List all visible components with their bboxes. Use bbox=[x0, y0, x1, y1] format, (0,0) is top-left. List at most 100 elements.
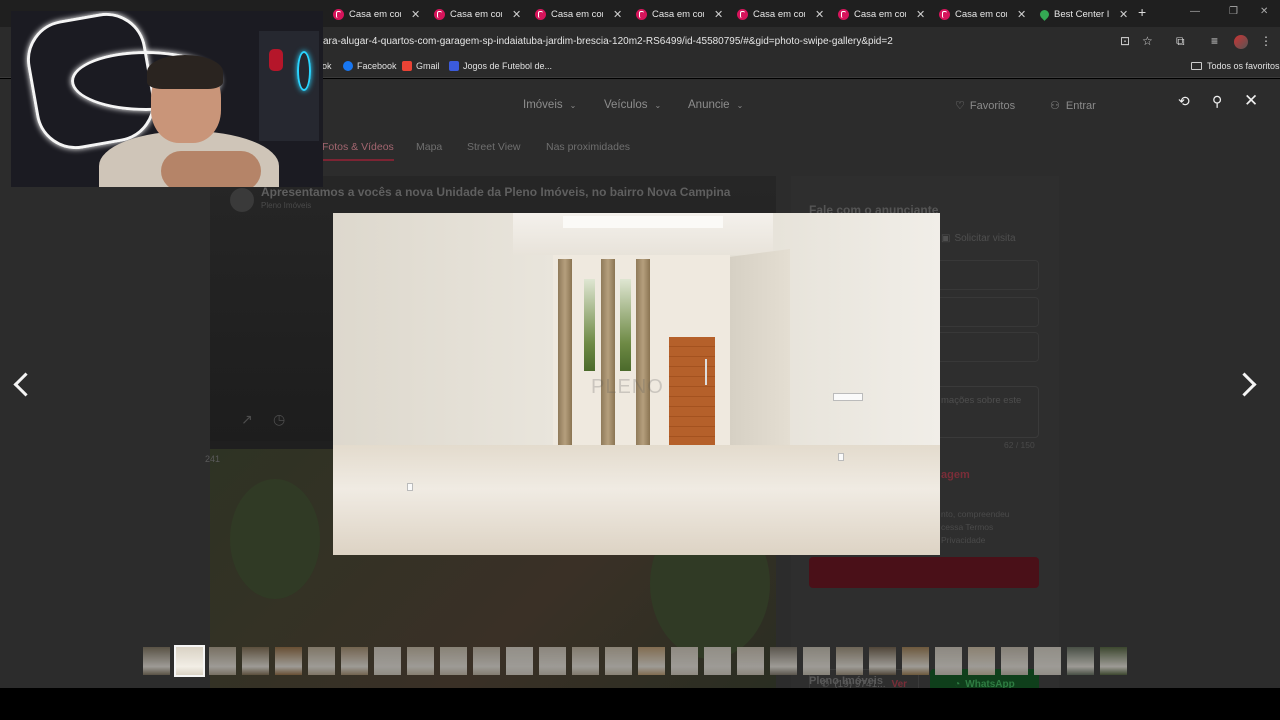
gallery-thumbnail[interactable] bbox=[473, 647, 500, 675]
bookmark-star-icon[interactable]: ☆ bbox=[1142, 34, 1153, 48]
nav-veiculos[interactable]: Veículos ⌄ bbox=[604, 99, 661, 111]
visit-label: Solicitar visita bbox=[954, 233, 1016, 244]
nav-label: Imóveis bbox=[523, 99, 563, 111]
nav-anuncie[interactable]: Anuncie ⌄ bbox=[688, 99, 743, 111]
media-controls-icon[interactable]: ≡ bbox=[1211, 34, 1218, 48]
send-message-button[interactable] bbox=[809, 557, 1039, 588]
gallery-thumbnail[interactable] bbox=[770, 647, 797, 675]
bookmark-gmail[interactable]: Gmail bbox=[402, 61, 440, 71]
gallery-thumbnail[interactable] bbox=[869, 647, 896, 675]
login-link[interactable]: ⚇ Entrar bbox=[1050, 99, 1096, 113]
close-tab-icon[interactable]: ✕ bbox=[1017, 8, 1026, 21]
site-favicon-icon bbox=[737, 8, 748, 20]
install-app-icon[interactable]: ⊡ bbox=[1120, 34, 1130, 48]
gallery-thumbnail[interactable] bbox=[803, 647, 830, 675]
browser-tab[interactable]: Casa em condo ✕ bbox=[939, 4, 1026, 24]
favorites-link[interactable]: ♡ Favoritos bbox=[955, 99, 1016, 113]
gallery-thumbnail[interactable] bbox=[902, 647, 929, 675]
close-tab-icon[interactable]: ✕ bbox=[512, 8, 521, 21]
terms-line[interactable]: Privacidade bbox=[941, 535, 985, 545]
webcam-overlay bbox=[11, 11, 323, 187]
gallery-thumbnail[interactable] bbox=[174, 645, 205, 677]
gallery-thumbnail[interactable] bbox=[572, 647, 599, 675]
gallery-thumbnail[interactable] bbox=[440, 647, 467, 675]
nav-imoveis[interactable]: Imóveis ⌄ bbox=[523, 99, 576, 111]
rotate-icon[interactable]: ⟲ bbox=[1178, 93, 1190, 110]
tab-title: Casa em condo bbox=[551, 8, 603, 20]
restore-icon[interactable]: ❐ bbox=[1229, 6, 1238, 17]
clock-icon[interactable]: ◷ bbox=[273, 411, 285, 428]
gallery-thumbnail[interactable] bbox=[605, 647, 632, 675]
game-icon bbox=[449, 61, 459, 71]
browser-tab[interactable]: Casa em condo ✕ bbox=[333, 4, 420, 24]
gallery-thumbnail[interactable] bbox=[143, 647, 170, 675]
close-tab-icon[interactable]: ✕ bbox=[411, 8, 420, 21]
photo-floor bbox=[333, 445, 940, 555]
tab-fotos-videos[interactable]: Fotos & Vídeos bbox=[322, 141, 394, 161]
tab-street-view[interactable]: Street View bbox=[467, 141, 521, 153]
site-favicon-icon bbox=[636, 8, 647, 20]
photo-outlet bbox=[407, 483, 413, 491]
gallery-thumbnail[interactable] bbox=[671, 647, 698, 675]
close-tab-icon[interactable]: ✕ bbox=[916, 8, 925, 21]
zoom-search-icon[interactable]: ⚲ bbox=[1212, 93, 1222, 110]
gallery-thumbnail[interactable] bbox=[1001, 647, 1028, 675]
gallery-thumbnail[interactable] bbox=[1100, 647, 1127, 675]
browser-tab[interactable]: Casa em condo ✕ bbox=[737, 4, 824, 24]
extensions-icon[interactable]: ⧉ bbox=[1176, 34, 1185, 49]
site-favicon-icon bbox=[333, 8, 344, 20]
gallery-thumbnail[interactable] bbox=[407, 647, 434, 675]
person-arm bbox=[161, 151, 261, 187]
gallery-thumbnail[interactable] bbox=[836, 647, 863, 675]
tab-mapa[interactable]: Mapa bbox=[416, 141, 442, 153]
next-photo-arrow-icon[interactable] bbox=[1238, 368, 1262, 402]
close-window-icon[interactable]: ✕ bbox=[1260, 6, 1268, 17]
share-icon[interactable]: ↗ bbox=[241, 411, 253, 428]
gallery-thumbnail[interactable] bbox=[275, 647, 302, 675]
close-tab-icon[interactable]: ✕ bbox=[815, 8, 824, 21]
browser-tab[interactable]: Casa em condo ✕ bbox=[838, 4, 925, 24]
gallery-thumbnail[interactable] bbox=[242, 647, 269, 675]
close-tab-icon[interactable]: ✕ bbox=[714, 8, 723, 21]
browser-tab[interactable]: Casa em condo ✕ bbox=[636, 4, 723, 24]
gallery-thumbnail[interactable] bbox=[209, 647, 236, 675]
gallery-thumbnail[interactable] bbox=[935, 647, 962, 675]
gallery-thumbnail[interactable] bbox=[1067, 647, 1094, 675]
favorites-label: Favoritos bbox=[969, 99, 1016, 112]
close-tab-icon[interactable]: ✕ bbox=[613, 8, 622, 21]
browser-tab[interactable]: Best Center In ✕ bbox=[1038, 4, 1128, 24]
gallery-thumbnail[interactable] bbox=[737, 647, 764, 675]
new-tab-icon[interactable]: + bbox=[1138, 4, 1146, 20]
tab-proximidades[interactable]: Nas proximidades bbox=[546, 141, 630, 153]
gallery-thumbnail[interactable] bbox=[539, 647, 566, 675]
gallery-thumbnail[interactable] bbox=[308, 647, 335, 675]
lightbox-main-photo[interactable]: PLENO bbox=[333, 213, 940, 555]
gallery-thumbnail[interactable] bbox=[638, 647, 665, 675]
photo-ceiling bbox=[513, 213, 773, 255]
terms-line[interactable]: cessa Termos bbox=[941, 522, 993, 532]
menu-kebab-icon[interactable]: ⋮ bbox=[1260, 34, 1272, 48]
gallery-thumbnail[interactable] bbox=[506, 647, 533, 675]
gallery-thumbnail[interactable] bbox=[704, 647, 731, 675]
gallery-thumbnail[interactable] bbox=[374, 647, 401, 675]
bookmark-facebook[interactable]: Facebook bbox=[343, 61, 397, 71]
gallery-thumbnail[interactable] bbox=[1034, 647, 1061, 675]
gallery-thumbnail[interactable] bbox=[341, 647, 368, 675]
bookmark-label: Todos os favoritos bbox=[1207, 61, 1280, 71]
close-lightbox-icon[interactable]: ✕ bbox=[1244, 91, 1258, 111]
bookmark-partial[interactable]: ok bbox=[322, 61, 332, 71]
url-field[interactable]: ara-alugar-4-quartos-com-garagem-sp-inda… bbox=[323, 36, 893, 47]
facebook-icon bbox=[343, 61, 353, 71]
browser-tab[interactable]: Casa em condo ✕ bbox=[535, 4, 622, 24]
close-tab-icon[interactable]: ✕ bbox=[1119, 8, 1128, 21]
gallery-thumbnail[interactable] bbox=[968, 647, 995, 675]
all-favorites-folder[interactable]: Todos os favoritos bbox=[1191, 61, 1280, 71]
bookmark-jogos[interactable]: Jogos de Futebol de... bbox=[449, 61, 552, 71]
profile-avatar[interactable] bbox=[1234, 35, 1248, 49]
visit-option[interactable]: ▣ Solicitar visita bbox=[941, 233, 1016, 244]
rgb-light-shape bbox=[297, 51, 311, 91]
browser-tab[interactable]: Casa em condo ✕ bbox=[434, 4, 521, 24]
minimize-icon[interactable]: — bbox=[1190, 6, 1200, 17]
user-icon: ⚇ bbox=[1050, 100, 1060, 112]
previous-photo-arrow-icon[interactable] bbox=[8, 368, 32, 402]
